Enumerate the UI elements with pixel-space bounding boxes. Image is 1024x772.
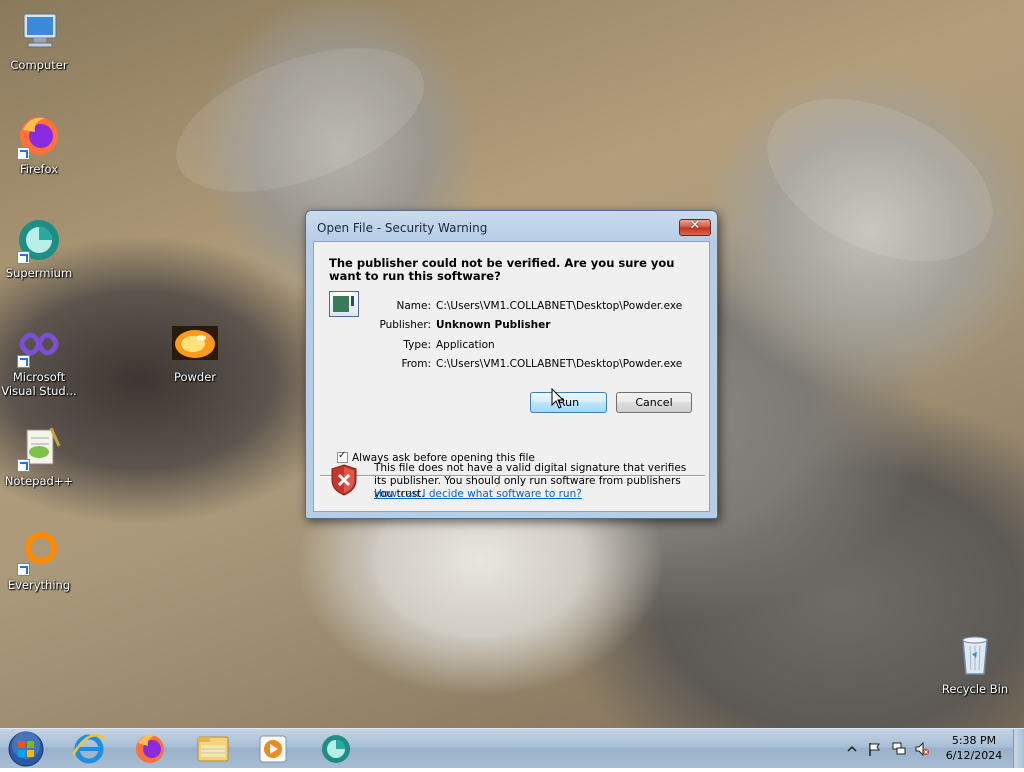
help-link[interactable]: How can I decide what software to run?: [374, 488, 582, 500]
volume-muted-icon[interactable]: [915, 741, 929, 757]
computer-icon: [15, 8, 63, 56]
taskbar: 5:38 PM 6/12/2024: [0, 728, 1024, 768]
taskbar-firefox[interactable]: [124, 731, 176, 765]
desktop-icon-computer[interactable]: Computer: [1, 8, 77, 72]
taskbar-file-explorer[interactable]: [187, 731, 239, 765]
shortcut-arrow-icon: [17, 563, 30, 576]
clock-time: 5:38 PM: [951, 734, 997, 747]
shortcut-arrow-icon: [17, 355, 30, 368]
action-center-flag-icon[interactable]: [867, 741, 881, 756]
desktop-icon-firefox[interactable]: Firefox: [1, 112, 77, 176]
field-value: Application: [436, 339, 495, 351]
powder-icon: [171, 320, 219, 368]
desktop-icon-label: Supermium: [5, 266, 73, 280]
field-type: Type: Application: [314, 339, 711, 355]
shortcut-arrow-icon: [17, 459, 30, 472]
notepadpp-icon: [15, 424, 63, 472]
field-from: From: C:\Users\VM1.COLLABNET\Desktop\Pow…: [314, 358, 711, 374]
desktop-icon-powder[interactable]: Powder: [157, 320, 233, 384]
dialog-client-area: The publisher could not be verified. Are…: [313, 241, 710, 512]
desktop-icon-visual-studio[interactable]: Microsoft Visual Stud...: [1, 320, 77, 398]
show-hidden-icons-icon[interactable]: [845, 741, 859, 755]
cancel-button[interactable]: Cancel: [616, 392, 692, 413]
wallpaper-detail: [741, 65, 1019, 295]
mouse-cursor-icon: [551, 387, 565, 410]
field-label: From:: [401, 358, 431, 370]
desktop-icon-label: Powder: [173, 370, 217, 384]
clock-date: 6/12/2024: [945, 749, 1003, 762]
system-clock[interactable]: 5:38 PM 6/12/2024: [938, 733, 1010, 763]
firefox-icon: [136, 734, 164, 763]
taskbar-supermium[interactable]: [310, 731, 362, 765]
desktop-icon-label: Recycle Bin: [941, 682, 1009, 696]
desktop-icon-label: Firefox: [19, 162, 59, 176]
close-button[interactable]: ✕: [679, 218, 711, 236]
field-label: Name:: [396, 300, 431, 312]
dialog-title: Open File - Security Warning: [317, 221, 488, 235]
desktop-icon-label: Everything: [7, 578, 71, 592]
desktop-icon-label: Notepad++: [4, 474, 74, 488]
field-value: C:\Users\VM1.COLLABNET\Desktop\Powder.ex…: [436, 300, 683, 312]
shield-warning-icon: [330, 464, 358, 496]
dialog-titlebar[interactable]: Open File - Security Warning ✕: [306, 211, 717, 241]
internet-explorer-icon: [71, 734, 106, 764]
field-label: Publisher:: [379, 319, 431, 331]
taskbar-media-player[interactable]: [247, 731, 299, 765]
firefox-icon: [15, 112, 63, 160]
media-player-icon: [259, 735, 287, 763]
field-name: Name: C:\Users\VM1.COLLABNET\Desktop\Pow…: [314, 300, 711, 316]
show-desktop-button[interactable]: [1013, 729, 1024, 768]
checkmark-icon: ✓: [338, 450, 347, 461]
security-warning-dialog: Open File - Security Warning ✕ The publi…: [305, 210, 718, 519]
supermium-icon: [15, 216, 63, 264]
shortcut-arrow-icon: [17, 251, 30, 264]
field-value: Unknown Publisher: [436, 319, 551, 331]
dialog-headline: The publisher could not be verified. Are…: [329, 256, 675, 283]
run-button[interactable]: Run: [530, 392, 607, 413]
desktop-icon-supermium[interactable]: Supermium: [1, 216, 77, 280]
recycle-bin-icon: [951, 632, 999, 680]
start-button[interactable]: [7, 730, 45, 768]
desktop-icon-label: Computer: [10, 58, 68, 72]
everything-icon: [15, 528, 63, 576]
shortcut-arrow-icon: [17, 147, 30, 160]
field-value: C:\Users\VM1.COLLABNET\Desktop\Powder.ex…: [436, 358, 683, 370]
file-explorer-icon: [197, 736, 229, 762]
visual-studio-icon: [15, 320, 63, 368]
supermium-icon: [322, 735, 350, 763]
desktop-icon-notepadpp[interactable]: Notepad++: [1, 424, 77, 488]
desktop-icon-recycle-bin[interactable]: Recycle Bin: [937, 632, 1013, 696]
desktop-icon-everything[interactable]: Everything: [1, 528, 77, 592]
close-icon: ✕: [689, 218, 701, 233]
field-label: Type:: [403, 339, 431, 351]
wallpaper-detail: [157, 19, 443, 221]
always-ask-checkbox[interactable]: ✓: [337, 450, 348, 463]
taskbar-internet-explorer[interactable]: [63, 731, 115, 765]
field-publisher: Publisher: Unknown Publisher: [314, 319, 711, 335]
network-icon[interactable]: [892, 741, 906, 755]
desktop-icon-label: Microsoft Visual Stud...: [1, 370, 77, 398]
